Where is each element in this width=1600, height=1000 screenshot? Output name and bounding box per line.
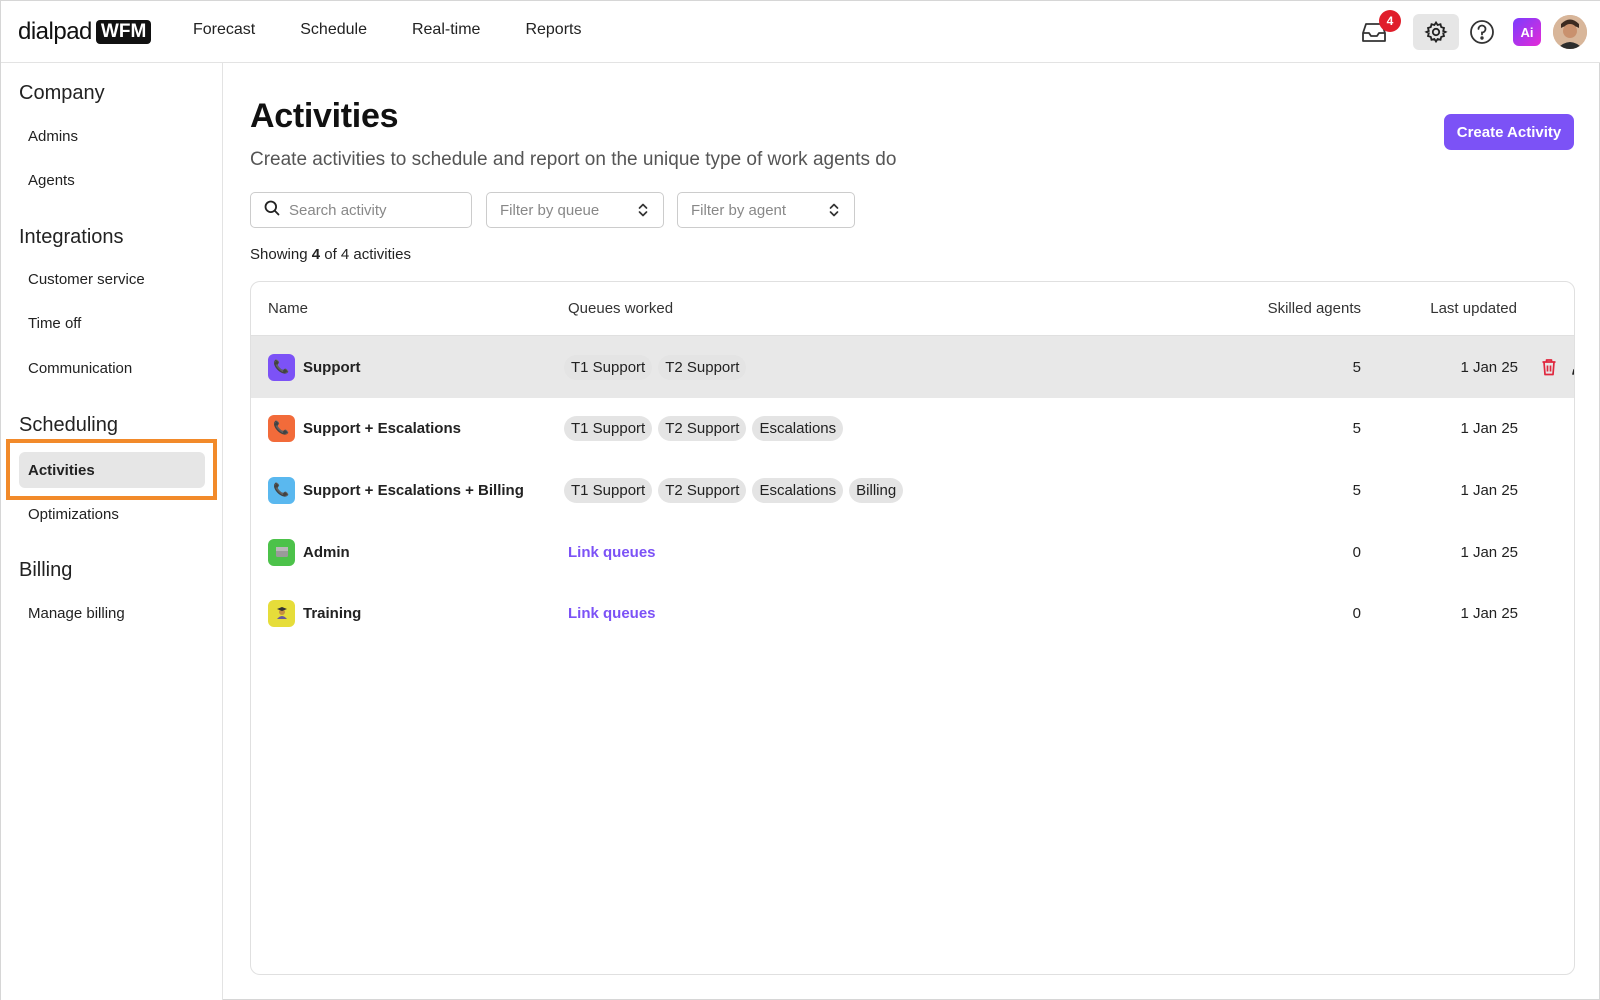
filter-by-agent-label: Filter by agent [691, 201, 787, 219]
training-icon [268, 599, 295, 627]
showing-suffix: of 4 activities [324, 246, 411, 263]
activity-name: Support [303, 358, 361, 376]
activities-table: Name Queues worked Skilled agents Last u… [250, 281, 1575, 975]
dialpad-wfm-logo[interactable]: dialpad WFM [18, 18, 152, 46]
ai-assistant-icon[interactable]: Ai [1513, 18, 1541, 46]
last-updated-cell: 1 Jan 25 [1460, 543, 1518, 561]
activity-name: Support + Escalations + Billing [303, 481, 524, 499]
column-header-name[interactable]: Name [268, 282, 308, 335]
last-updated-cell: 1 Jan 25 [1460, 358, 1518, 376]
updown-chevron-icon [637, 202, 649, 222]
logo-text: dialpad [18, 18, 92, 45]
column-header-skilled-agents[interactable]: Skilled agents [1151, 282, 1361, 335]
user-avatar[interactable] [1553, 15, 1587, 49]
app-window: dialpad WFM Forecast Schedule Real-time … [0, 0, 1600, 1000]
updown-chevron-icon [828, 202, 840, 222]
queues-cell: T1 Support T2 Support Escalations [564, 397, 844, 459]
settings-sidebar: Company Admins Agents Integrations Custo… [1, 63, 223, 1000]
nav-schedule[interactable]: Schedule [300, 21, 367, 39]
table-row[interactable]: Admin Link queues 0 1 Jan 25 [251, 521, 1574, 583]
filter-by-agent-select[interactable]: Filter by agent [677, 192, 855, 228]
page-subtitle: Create activities to schedule and report… [250, 149, 897, 170]
skilled-agents-cell: 5 [1352, 481, 1361, 499]
queue-chip: Escalations [752, 415, 844, 441]
results-count: Showing 4 of 4 activities [250, 246, 411, 263]
link-queues-link[interactable]: Link queues [568, 544, 656, 561]
queue-chip: Billing [849, 477, 904, 503]
queue-chip: T1 Support [564, 477, 653, 503]
sidebar-item-customer-service[interactable]: Customer service [19, 261, 205, 297]
queues-cell: Link queues [568, 521, 656, 583]
phone-icon: 📞 [268, 476, 295, 504]
activity-name-cell: Admin [268, 521, 350, 583]
showing-count: 4 [311, 246, 321, 263]
search-icon [264, 200, 280, 221]
showing-prefix: Showing [250, 246, 308, 263]
activity-name-cell: 📞 Support + Escalations [268, 397, 461, 459]
active-item-highlight [6, 439, 217, 500]
section-company: Company [19, 82, 105, 104]
filter-by-queue-select[interactable]: Filter by queue [486, 192, 664, 228]
skilled-agents-cell: 5 [1352, 419, 1361, 437]
search-box [250, 192, 472, 228]
filter-by-queue-label: Filter by queue [500, 201, 600, 219]
logo-badge: WFM [95, 20, 152, 44]
queue-chip: T1 Support [564, 415, 653, 441]
queue-chip: T2 Support [658, 477, 747, 503]
table-row[interactable]: 📞 Support T1 Support T2 Support 5 1 Jan … [251, 336, 1574, 398]
queue-chip: T1 Support [564, 354, 653, 380]
sidebar-item-communication[interactable]: Communication [19, 350, 205, 386]
nav-real-time[interactable]: Real-time [412, 21, 480, 39]
search-input[interactable] [289, 201, 459, 219]
skilled-agents-cell: 5 [1352, 358, 1361, 376]
pencil-edit-icon[interactable] [1571, 336, 1574, 398]
sidebar-item-optimizations[interactable]: Optimizations [19, 496, 205, 532]
sidebar-item-manage-billing[interactable]: Manage billing [19, 595, 205, 631]
trash-icon[interactable] [1541, 336, 1557, 398]
last-updated-cell: 1 Jan 25 [1460, 604, 1518, 622]
section-integrations: Integrations [19, 226, 124, 248]
queue-chip: T2 Support [658, 415, 747, 441]
table-row[interactable]: 📞 Support + Escalations T1 Support T2 Su… [251, 397, 1574, 459]
link-queues-link[interactable]: Link queues [568, 605, 656, 622]
phone-icon: 📞 [268, 353, 295, 381]
queues-cell: Link queues [568, 582, 656, 644]
settings-gear-icon[interactable] [1413, 14, 1459, 50]
phone-icon: 📞 [268, 414, 295, 442]
skilled-agents-cell: 0 [1352, 543, 1361, 561]
activity-name-cell: 📞 Support + Escalations + Billing [268, 459, 524, 521]
activity-name-cell: Training [268, 582, 361, 644]
folder-icon [268, 538, 295, 566]
nav-forecast[interactable]: Forecast [193, 21, 255, 39]
activity-name-cell: 📞 Support [268, 336, 361, 398]
sidebar-item-time-off[interactable]: Time off [19, 305, 205, 341]
section-billing: Billing [19, 559, 73, 581]
skilled-agents-cell: 0 [1352, 604, 1361, 622]
last-updated-cell: 1 Jan 25 [1460, 419, 1518, 437]
table-row[interactable]: 📞 Support + Escalations + Billing T1 Sup… [251, 459, 1574, 521]
nav-reports[interactable]: Reports [525, 21, 581, 39]
section-scheduling: Scheduling [19, 414, 118, 436]
activity-name: Admin [303, 543, 350, 561]
queue-chip: Escalations [752, 477, 844, 503]
sidebar-item-agents[interactable]: Agents [19, 162, 205, 198]
activity-name: Training [303, 604, 362, 622]
queues-cell: T1 Support T2 Support [564, 336, 747, 398]
help-icon[interactable] [1465, 15, 1499, 49]
column-header-last-updated[interactable]: Last updated [1361, 282, 1517, 335]
page-title: Activities [250, 97, 399, 135]
last-updated-cell: 1 Jan 25 [1460, 481, 1518, 499]
main-nav: Forecast Schedule Real-time Reports [193, 21, 581, 39]
queues-cell: T1 Support T2 Support Escalations Billin… [564, 459, 904, 521]
sidebar-item-admins[interactable]: Admins [19, 118, 205, 154]
create-activity-button[interactable]: Create Activity [1444, 114, 1574, 150]
table-row[interactable]: Training Link queues 0 1 Jan 25 [251, 582, 1574, 644]
activity-name: Support + Escalations [303, 419, 461, 437]
top-navigation: dialpad WFM Forecast Schedule Real-time … [1, 1, 1600, 63]
queue-chip: T2 Support [658, 354, 747, 380]
column-header-queues[interactable]: Queues worked [568, 282, 673, 335]
inbox-count-badge: 4 [1379, 10, 1401, 32]
